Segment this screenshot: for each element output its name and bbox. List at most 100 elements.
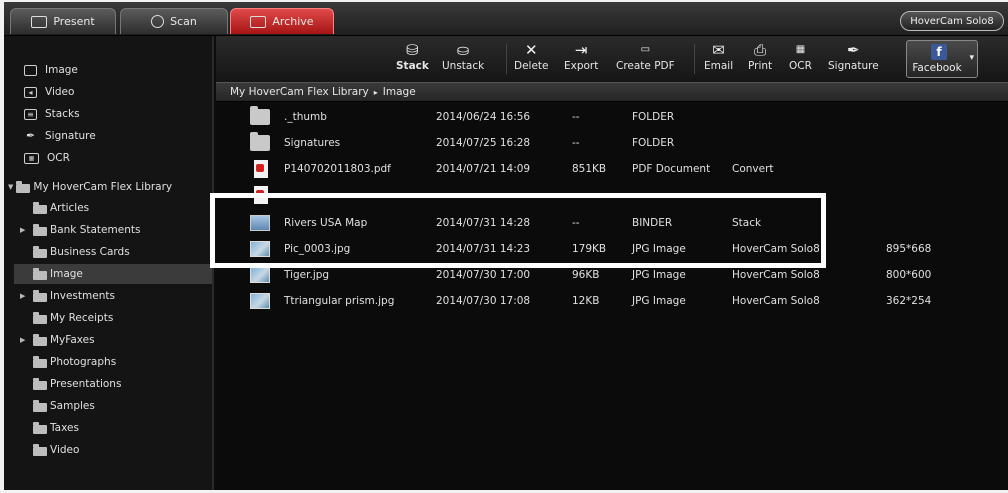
video-icon: ◂	[24, 86, 37, 98]
export-icon: ⇥	[574, 41, 588, 59]
file-info: HoverCam Solo8	[732, 295, 820, 307]
file-type: JPG Image	[632, 295, 686, 307]
file-row[interactable]: Signatures 2014/07/25 16:28 -- FOLDER	[216, 131, 1008, 157]
expand-arrow-icon[interactable]: ▶	[20, 292, 30, 300]
stack-button[interactable]: ⛁ Stack	[396, 40, 429, 72]
highlight-box	[210, 193, 826, 268]
folder-icon	[33, 355, 47, 368]
facebook-button[interactable]: f Facebook ▾	[906, 40, 978, 78]
folder-label: My Receipts	[50, 312, 114, 324]
file-date: 2014/07/25 16:28	[436, 137, 531, 149]
print-button[interactable]: ⎙ Print	[748, 40, 772, 72]
sidebar-item-ocr[interactable]: ▦ OCR	[24, 148, 70, 168]
sidebar-item-label: Video	[45, 86, 75, 98]
image-thumbnail-icon	[250, 267, 270, 283]
signature-icon: ✒	[847, 41, 860, 59]
breadcrumb-current: Image	[382, 86, 416, 98]
tab-label: Present	[53, 15, 95, 28]
file-date: 2014/07/30 17:08	[436, 295, 531, 307]
expand-arrow-icon[interactable]: ▶	[20, 336, 30, 344]
expand-arrow-icon: ▼	[8, 183, 14, 191]
folder-item[interactable]: ▶ Bank Statements	[20, 220, 212, 240]
file-type: FOLDER	[632, 137, 675, 149]
sidebar-item-label: OCR	[47, 152, 70, 164]
folder-label: Photographs	[50, 356, 117, 368]
folder-item[interactable]: Presentations	[20, 374, 212, 394]
mode-tab-bar: Present Scan Archive HoverCam Solo8	[4, 2, 1008, 36]
folder-icon	[33, 245, 47, 258]
tab-scan[interactable]: Scan	[120, 8, 228, 34]
file-size: 851KB	[572, 163, 607, 175]
sidebar-item-image[interactable]: Image	[24, 60, 78, 80]
folder-item[interactable]: Image	[14, 264, 212, 284]
folder-icon	[33, 333, 47, 346]
camera-icon	[151, 15, 165, 28]
unstack-button[interactable]: ⛀ Unstack	[442, 40, 484, 72]
create-pdf-button[interactable]: ▭ Create PDF	[616, 40, 675, 72]
toolbar-divider	[694, 44, 695, 74]
folder-item[interactable]: Photographs	[20, 352, 212, 372]
expand-arrow-icon[interactable]: ▶	[20, 226, 30, 234]
folder-item[interactable]: Business Cards	[20, 242, 212, 262]
tab-label: Scan	[170, 15, 197, 28]
email-button[interactable]: ✉ Email	[704, 40, 733, 72]
folder-icon	[33, 399, 47, 412]
folder-icon	[33, 311, 47, 324]
tab-archive[interactable]: Archive	[230, 8, 334, 34]
library-root[interactable]: ▼ My HoverCam Flex Library	[8, 178, 172, 196]
stacks-icon: ≡	[24, 108, 37, 120]
file-name: Signatures	[284, 137, 341, 149]
stack-icon: ⛁	[406, 41, 419, 59]
sidebar-item-stacks[interactable]: ≡ Stacks	[24, 104, 80, 124]
file-dimensions: 362*254	[886, 295, 932, 307]
file-row[interactable]: Ttriangular prism.jpg 2014/07/30 17:08 12K…	[216, 289, 1008, 315]
sidebar-item-label: Stacks	[45, 108, 80, 120]
tab-present[interactable]: Present	[10, 8, 116, 34]
file-row[interactable]: ._thumb 2014/06/24 16:56 -- FOLDER	[216, 105, 1008, 131]
library-label: My HoverCam Flex Library	[33, 181, 173, 193]
delete-button[interactable]: ✕ Delete	[514, 40, 549, 72]
file-type: JPG Image	[632, 269, 686, 281]
file-size: 96KB	[572, 269, 600, 281]
file-date: 2014/06/24 16:56	[436, 111, 531, 123]
breadcrumb-library[interactable]: My HoverCam Flex Library	[230, 86, 369, 98]
file-row[interactable]: P140702011803.pdf 2014/07/21 14:09 851KB PD…	[216, 157, 1008, 183]
facebook-icon: f	[931, 44, 947, 60]
folder-item[interactable]: Samples	[20, 396, 212, 416]
device-selector[interactable]: HoverCam Solo8	[900, 11, 1004, 31]
chevron-down-icon[interactable]: ▾	[969, 53, 974, 63]
folder-label: Image	[50, 268, 83, 280]
folder-icon	[33, 223, 47, 236]
folder-item[interactable]: Articles	[20, 198, 212, 218]
folder-item[interactable]: ▶ Investments	[20, 286, 212, 306]
file-name: Ttriangular prism.jpg	[284, 295, 395, 307]
signature-button[interactable]: ✒ Signature	[828, 40, 879, 72]
folder-icon	[33, 289, 47, 302]
archive-icon	[250, 15, 267, 28]
folder-icon	[33, 443, 47, 456]
toolbar: ⛁ Stack ⛀ Unstack ✕ Delete ⇥ Export ▭ Cr…	[216, 36, 1008, 82]
file-list: ._thumb 2014/06/24 16:56 -- FOLDER Signature…	[216, 103, 1008, 490]
folder-label: Samples	[50, 400, 95, 412]
folder-item[interactable]: My Receipts	[20, 308, 212, 328]
export-button[interactable]: ⇥ Export	[564, 40, 598, 72]
unstack-label: Unstack	[442, 60, 485, 72]
file-info: Convert	[732, 163, 774, 175]
folder-label: Investments	[50, 290, 115, 302]
folder-item[interactable]: Video	[20, 440, 212, 460]
folder-icon	[33, 267, 47, 280]
stack-label: Stack	[396, 60, 429, 72]
print-label: Print	[748, 60, 773, 72]
sidebar-item-video[interactable]: ◂ Video	[24, 82, 74, 102]
ocr-button[interactable]: ▦ OCR	[789, 40, 812, 72]
folder-label: Video	[50, 444, 80, 456]
folder-label: Business Cards	[50, 246, 130, 258]
folder-icon	[33, 201, 47, 214]
folder-item[interactable]: Taxes	[20, 418, 212, 438]
unstack-icon: ⛀	[456, 41, 470, 59]
signature-label: Signature	[828, 60, 879, 72]
file-name: ._thumb	[284, 111, 327, 123]
sidebar-item-signature[interactable]: ✒ Signature	[24, 126, 96, 146]
folder-item[interactable]: ▶ MyFaxes	[20, 330, 212, 350]
file-date: 2014/07/30 17:00	[436, 269, 531, 281]
